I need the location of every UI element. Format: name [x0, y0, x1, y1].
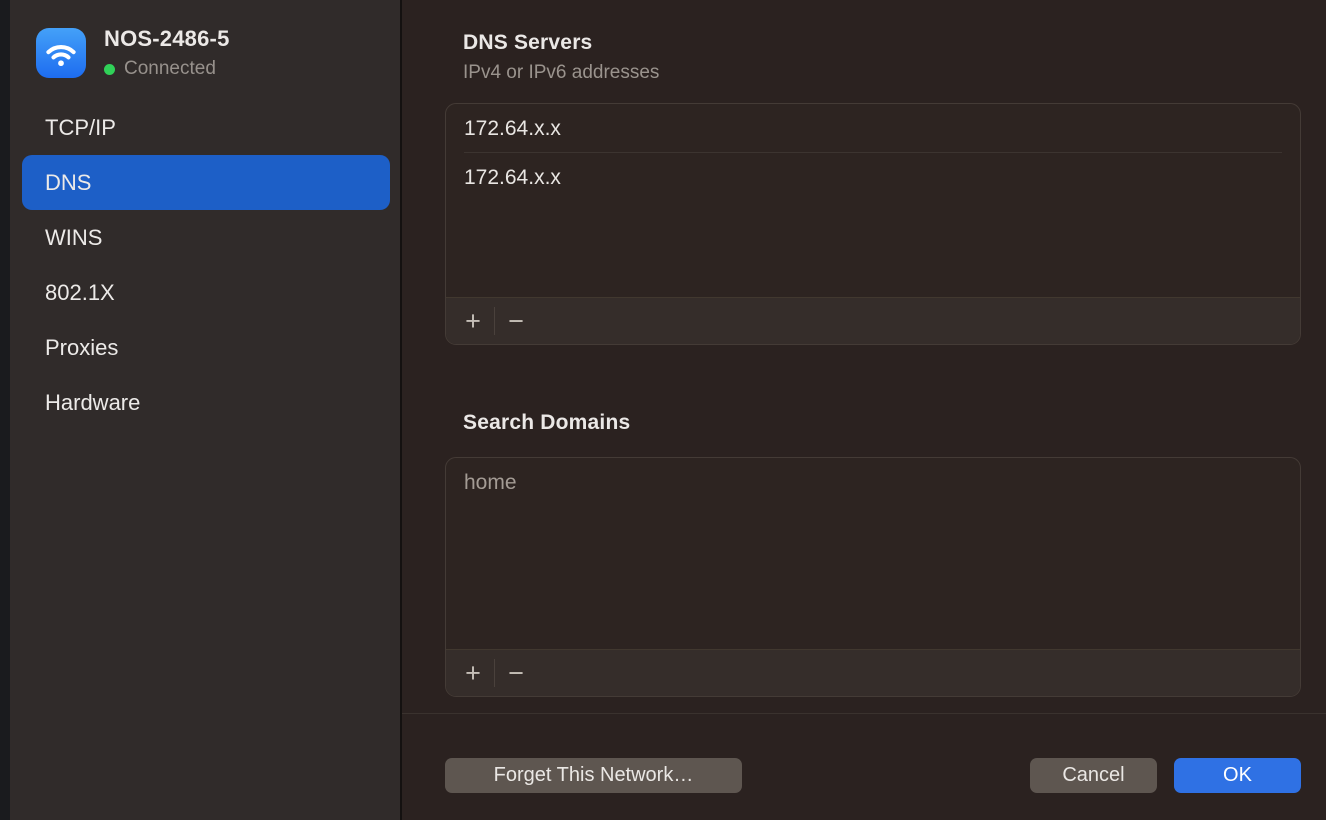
cancel-button[interactable]: Cancel	[1030, 758, 1157, 793]
search-domain-remove-button[interactable]: −	[495, 650, 537, 696]
wifi-icon	[36, 28, 86, 78]
dns-server-entry[interactable]: 172.64.x.x	[446, 153, 1300, 202]
sidebar-item-hardware[interactable]: Hardware	[22, 375, 390, 430]
actions-divider	[402, 713, 1326, 714]
dns-add-button[interactable]: +	[452, 298, 494, 344]
dns-servers-subtitle: IPv4 or IPv6 addresses	[463, 62, 659, 84]
network-name: NOS-2486-5	[104, 26, 230, 52]
dns-servers-footer: + −	[446, 297, 1300, 344]
sidebar-item-wins[interactable]: WINS	[22, 210, 390, 265]
search-domains-listbox: home + −	[445, 457, 1301, 697]
sidebar-item-proxies[interactable]: Proxies	[22, 320, 390, 375]
window-edge	[0, 0, 10, 820]
dns-remove-button[interactable]: −	[495, 298, 537, 344]
sidebar-item-8021x[interactable]: 802.1X	[22, 265, 390, 320]
dns-servers-title: DNS Servers	[463, 31, 592, 55]
search-domains-footer: + −	[446, 649, 1300, 696]
sidebar-item-tcpip[interactable]: TCP/IP	[22, 100, 390, 155]
forget-network-button[interactable]: Forget This Network…	[445, 758, 742, 793]
connection-status: Connected	[124, 58, 216, 80]
sidebar-nav: TCP/IP DNS WINS 802.1X Proxies Hardware	[22, 100, 390, 430]
search-domains-title: Search Domains	[463, 411, 630, 435]
dns-server-entry[interactable]: 172.64.x.x	[446, 104, 1300, 153]
network-sidebar: NOS-2486-5 Connected TCP/IP DNS WINS 802…	[10, 0, 400, 820]
ok-button[interactable]: OK	[1174, 758, 1301, 793]
search-domain-entry[interactable]: home	[446, 458, 1300, 507]
dns-pane: DNS Servers IPv4 or IPv6 addresses 172.6…	[402, 0, 1326, 820]
network-header: NOS-2486-5 Connected	[36, 26, 230, 80]
sidebar-item-dns[interactable]: DNS	[22, 155, 390, 210]
connected-status-dot-icon	[104, 64, 115, 75]
search-domain-add-button[interactable]: +	[452, 650, 494, 696]
dns-servers-listbox: 172.64.x.x 172.64.x.x + −	[445, 103, 1301, 345]
